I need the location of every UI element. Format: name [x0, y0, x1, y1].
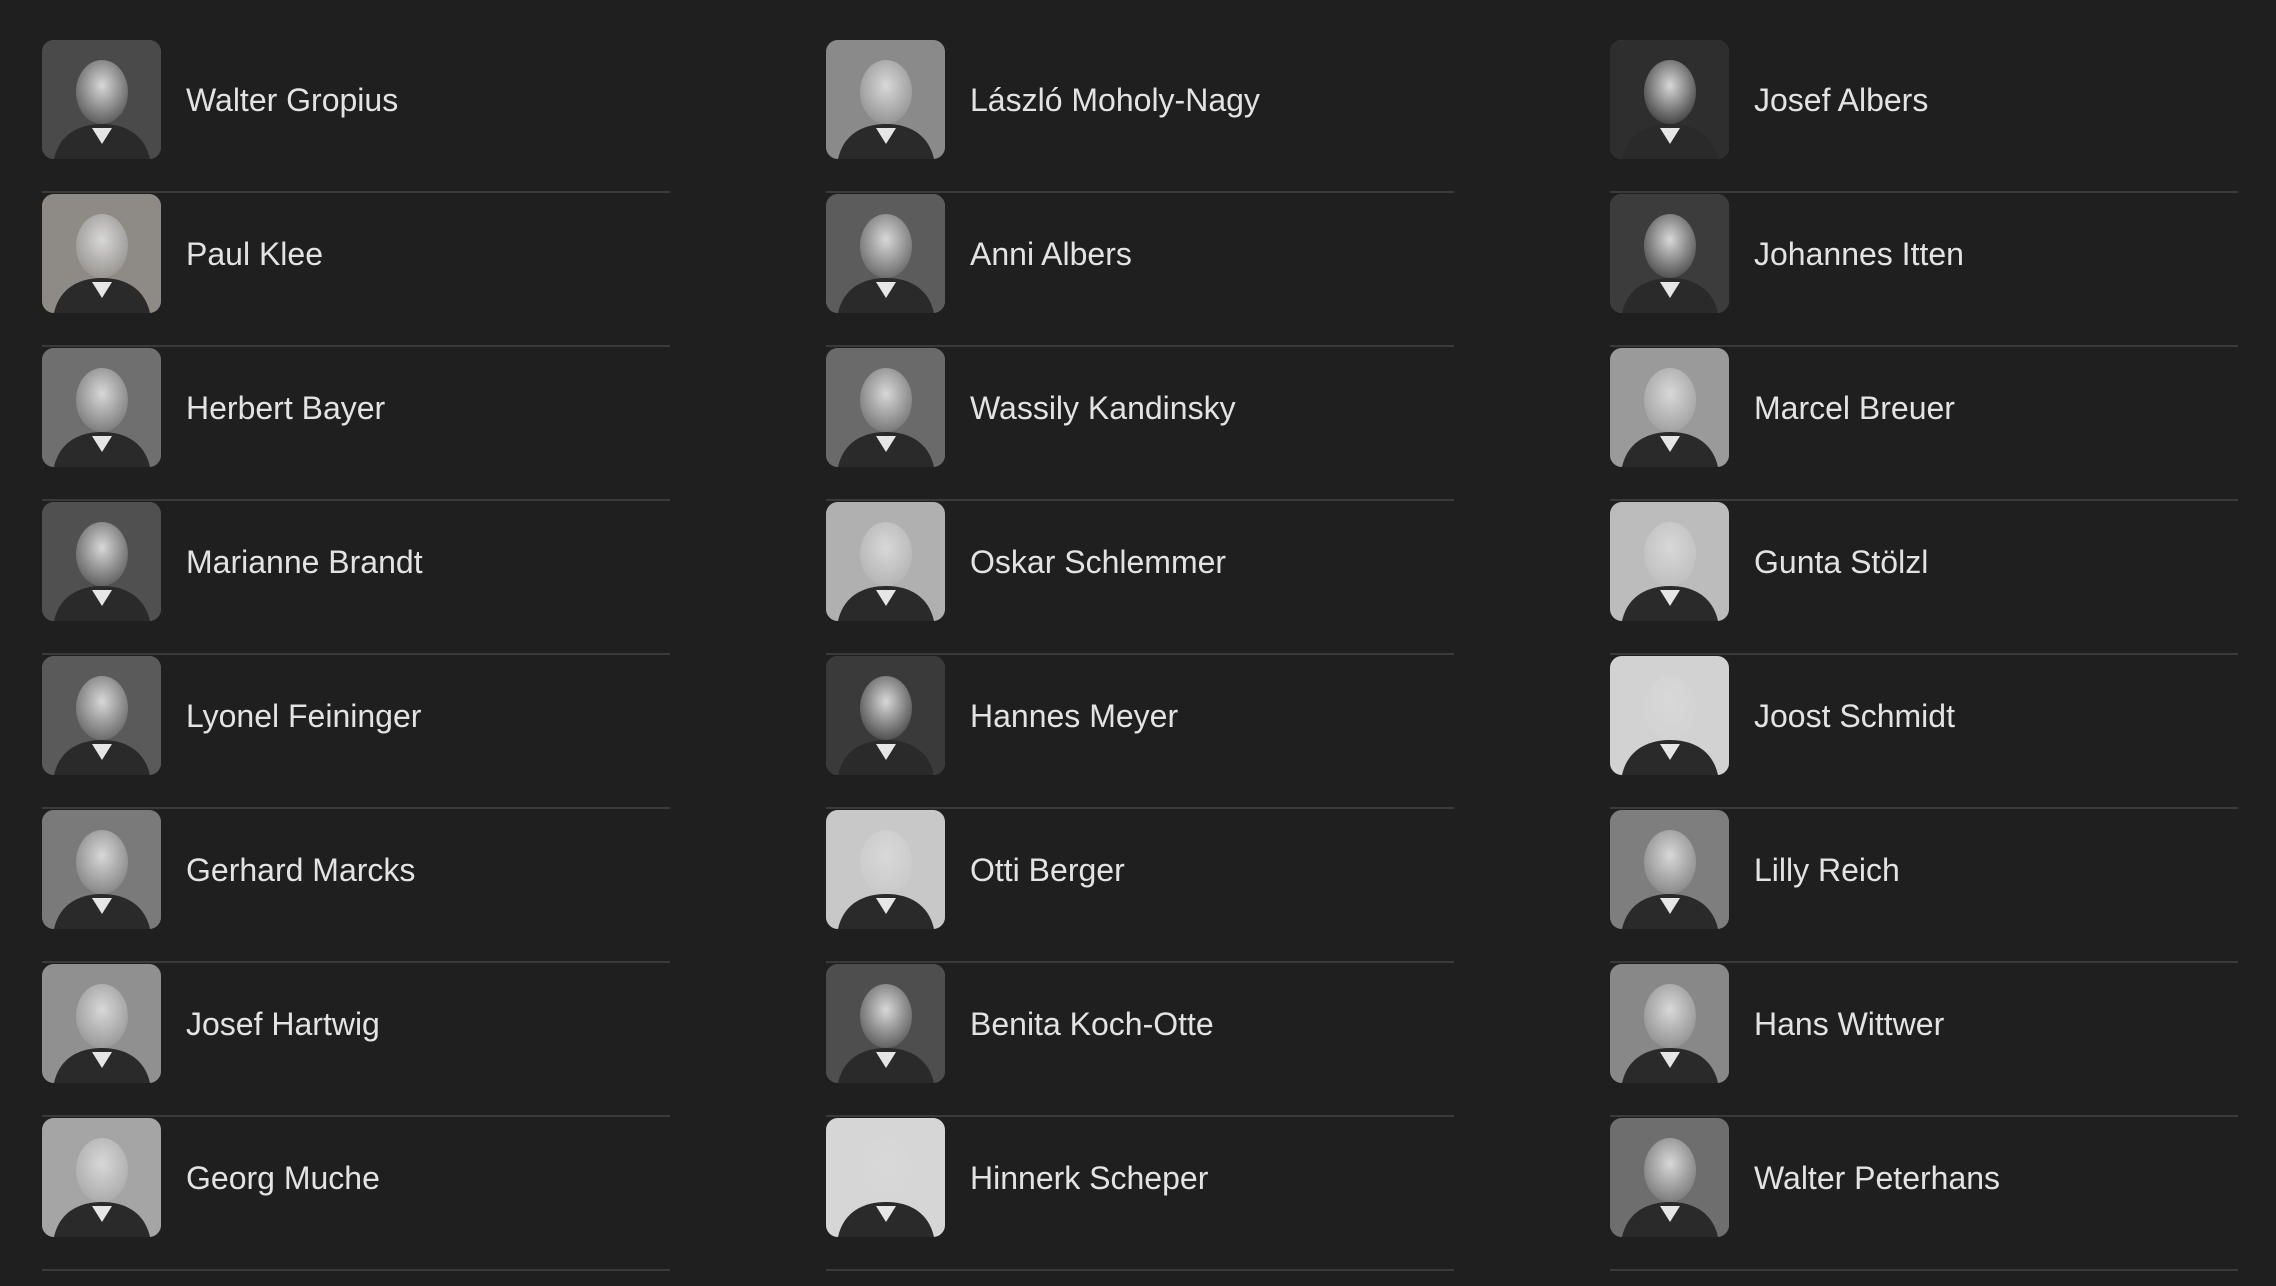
people-column-3: Josef Albers Johannes Itten Marcel Breuer G…: [1610, 40, 2238, 1271]
person-card[interactable]: Marcel Breuer: [1610, 348, 2238, 501]
person-card[interactable]: Gerhard Marcks: [42, 810, 670, 963]
portrait-photo-icon[interactable]: [42, 810, 161, 929]
person-name: Hinnerk Scheper: [970, 1160, 1209, 1196]
person-name: Marcel Breuer: [1754, 390, 1955, 426]
portrait-photo-icon[interactable]: [1610, 656, 1729, 775]
person-card[interactable]: Georg Muche: [42, 1118, 670, 1271]
person-card[interactable]: Oskar Schlemmer: [826, 502, 1454, 655]
person-card[interactable]: Paul Klee: [42, 194, 670, 347]
person-name: Herbert Bayer: [186, 390, 386, 426]
person-card[interactable]: Walter Gropius: [42, 40, 670, 193]
person-name: Lyonel Feininger: [186, 698, 422, 734]
person-name: Gerhard Marcks: [186, 852, 416, 888]
person-name: Wassily Kandinsky: [970, 390, 1236, 426]
person-name: Johannes Itten: [1754, 236, 1964, 272]
portrait-photo-icon[interactable]: [1610, 810, 1729, 929]
portrait-photo-icon[interactable]: [42, 964, 161, 1083]
person-card[interactable]: Lilly Reich: [1610, 810, 2238, 963]
portrait-photo-icon[interactable]: [826, 1118, 945, 1237]
person-name: Walter Gropius: [186, 82, 399, 118]
person-name: Josef Albers: [1754, 82, 1929, 118]
person-name: Oskar Schlemmer: [970, 544, 1227, 580]
person-card[interactable]: Walter Peterhans: [1610, 1118, 2238, 1271]
person-name: Gunta Stölzl: [1754, 544, 1929, 580]
portrait-photo-icon[interactable]: [42, 656, 161, 775]
portrait-photo-icon[interactable]: [1610, 348, 1729, 467]
portrait-photo-icon[interactable]: [826, 656, 945, 775]
portrait-photo-icon[interactable]: [826, 194, 945, 313]
person-card[interactable]: Benita Koch-Otte: [826, 964, 1454, 1117]
portrait-photo-icon[interactable]: [1610, 194, 1729, 313]
person-card[interactable]: Lyonel Feininger: [42, 656, 670, 809]
portrait-photo-icon[interactable]: [42, 40, 161, 159]
portrait-photo-icon[interactable]: [42, 194, 161, 313]
person-name: Lilly Reich: [1754, 852, 1900, 888]
person-name: Josef Hartwig: [186, 1006, 380, 1042]
person-name: Benita Koch-Otte: [970, 1006, 1214, 1042]
portrait-photo-icon[interactable]: [826, 348, 945, 467]
person-card[interactable]: Anni Albers: [826, 194, 1454, 347]
person-name: László Moholy-Nagy: [970, 82, 1260, 118]
person-name: Marianne Brandt: [186, 544, 423, 580]
person-card[interactable]: László Moholy-Nagy: [826, 40, 1454, 193]
person-card[interactable]: Marianne Brandt: [42, 502, 670, 655]
portrait-photo-icon[interactable]: [826, 40, 945, 159]
person-name: Hans Wittwer: [1754, 1006, 1945, 1042]
person-card[interactable]: Josef Hartwig: [42, 964, 670, 1117]
portrait-photo-icon[interactable]: [1610, 964, 1729, 1083]
people-column-2: László Moholy-Nagy Anni Albers Wassily Kan…: [826, 40, 1454, 1271]
person-card[interactable]: Hans Wittwer: [1610, 964, 2238, 1117]
person-name: Anni Albers: [970, 236, 1132, 272]
person-card[interactable]: Otti Berger: [826, 810, 1454, 963]
portrait-photo-icon[interactable]: [42, 348, 161, 467]
person-name: Hannes Meyer: [970, 698, 1179, 734]
person-name: Walter Peterhans: [1754, 1160, 2001, 1196]
portrait-photo-icon[interactable]: [1610, 502, 1729, 621]
portrait-photo-icon[interactable]: [826, 964, 945, 1083]
people-column-1: Walter Gropius Paul Klee Herbert Bayer Mari…: [42, 40, 670, 1271]
person-card[interactable]: Hinnerk Scheper: [826, 1118, 1454, 1271]
person-name: Otti Berger: [970, 852, 1125, 888]
portrait-photo-icon[interactable]: [826, 502, 945, 621]
portrait-photo-icon[interactable]: [1610, 40, 1729, 159]
person-card[interactable]: Josef Albers: [1610, 40, 2238, 193]
person-name: Georg Muche: [186, 1160, 380, 1196]
person-name: Paul Klee: [186, 236, 323, 272]
person-card[interactable]: Johannes Itten: [1610, 194, 2238, 347]
person-card[interactable]: Herbert Bayer: [42, 348, 670, 501]
person-card[interactable]: Hannes Meyer: [826, 656, 1454, 809]
portrait-photo-icon[interactable]: [42, 502, 161, 621]
person-card[interactable]: Gunta Stölzl: [1610, 502, 2238, 655]
person-card[interactable]: Joost Schmidt: [1610, 656, 2238, 809]
people-grid: Walter Gropius Paul Klee Herbert Bayer Mari…: [0, 0, 2276, 1286]
portrait-photo-icon[interactable]: [42, 1118, 161, 1237]
person-card[interactable]: Wassily Kandinsky: [826, 348, 1454, 501]
portrait-photo-icon[interactable]: [1610, 1118, 1729, 1237]
portrait-photo-icon[interactable]: [826, 810, 945, 929]
person-name: Joost Schmidt: [1754, 698, 1955, 734]
